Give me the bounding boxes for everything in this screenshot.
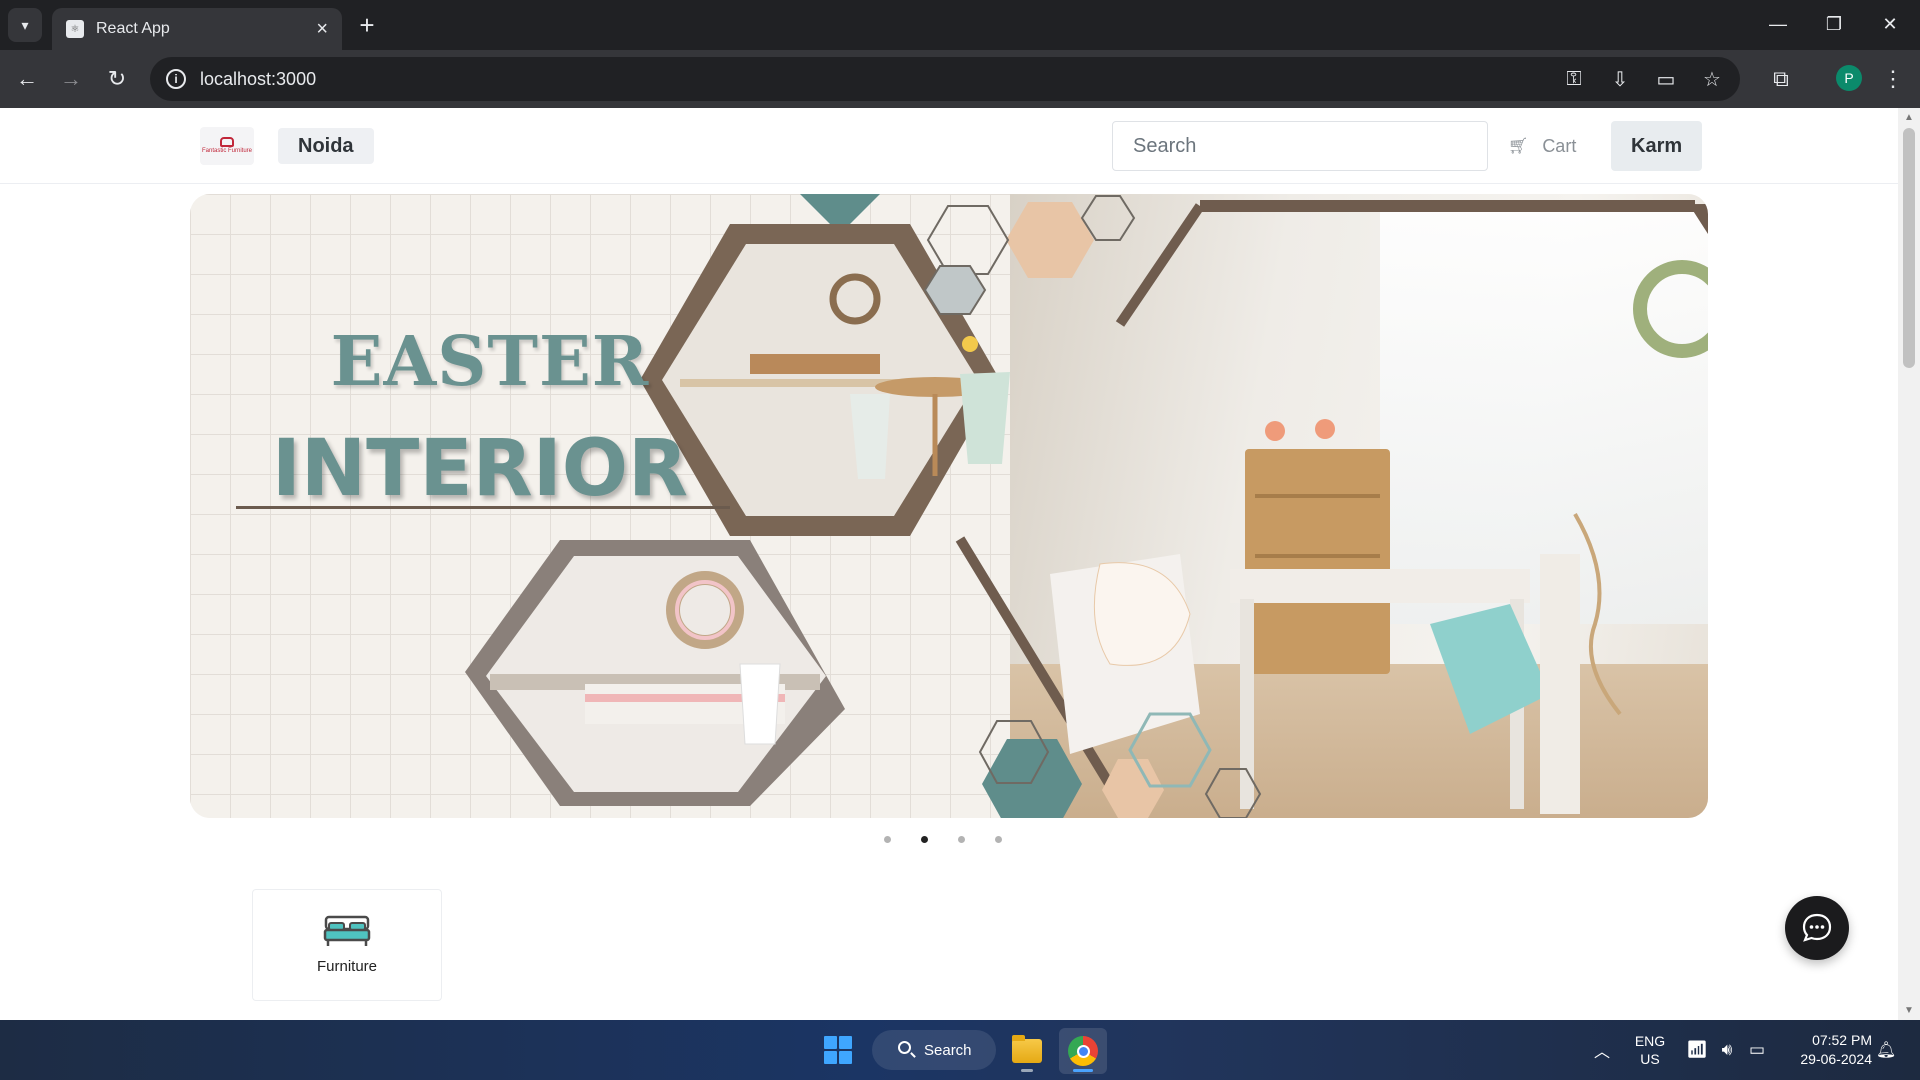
clock-date: 29-06-2024 [1800,1051,1872,1067]
carousel-dots [884,836,1002,843]
extensions-icon[interactable]: ⧉ [1766,64,1796,94]
chrome-icon [1068,1036,1098,1066]
active-indicator [1073,1069,1093,1072]
bookmark-star-icon[interactable]: ☆ [1700,67,1724,92]
install-app-icon[interactable]: ⇩ [1608,67,1632,92]
folder-icon [1012,1035,1042,1063]
cart-label: Cart [1542,135,1577,156]
tab-title: React App [96,20,170,37]
carousel-dot-4[interactable] [995,836,1002,843]
back-button[interactable]: ← [12,64,42,94]
site-header: Fantastic Furniture Noida 🛒︎ Cart Karm [0,108,1898,184]
chevron-down-icon: ▾ [21,16,29,33]
site-info-icon[interactable]: i [166,69,186,89]
battery-icon[interactable]: ▭ [1744,1020,1770,1080]
search-icon [898,1041,911,1054]
taskbar-search[interactable]: Search [872,1030,996,1070]
category-card-furniture[interactable]: Furniture [252,889,442,1001]
logo-text: Fantastic Furniture [201,148,253,154]
sofa-logo-icon [220,137,234,147]
tab-search-button[interactable]: ▾ [8,8,42,42]
minimize-button[interactable]: — [1758,8,1798,40]
show-hidden-icons-chevron-icon[interactable]: ︿ [1588,1020,1616,1080]
carousel-dot-3[interactable] [958,836,965,843]
menu-kebab-icon[interactable]: ⋮ [1878,64,1908,94]
clock-time: 07:52 PM [1812,1032,1872,1048]
windows-start-icon[interactable] [824,1036,852,1064]
notification-bell-icon[interactable]: 🔔︎ [1874,1020,1898,1080]
url-text: localhost:3000 [200,68,317,89]
browser-tab[interactable]: ⚛ React App × [52,8,342,50]
close-tab-icon[interactable]: × [316,19,328,39]
search-input[interactable] [1112,121,1488,171]
wifi-icon[interactable]: 📶︎ [1684,1020,1710,1080]
scroll-up-icon[interactable]: ▲ [1904,112,1914,123]
browser-tab-strip: ▾ ⚛ React App × + — ❐ ✕ [0,0,1920,50]
page-scrollbar[interactable]: ▲ ▼ [1898,108,1920,1020]
file-explorer-app[interactable] [1003,1028,1051,1074]
forward-button[interactable]: → [56,64,86,94]
lang-line1: ENG [1634,1033,1666,1049]
user-account-button[interactable]: Karm [1611,121,1703,171]
browser-toolbar: ← → ↻ i localhost:3000 ⚿ ⇩ ▭ ☆ ⧉ P ⋮ [0,50,1920,108]
chrome-app[interactable] [1059,1028,1107,1074]
cart-link[interactable]: 🛒︎ Cart [1508,128,1576,164]
scroll-down-icon[interactable]: ▼ [1904,1005,1914,1016]
restore-button[interactable]: ❐ [1814,8,1854,40]
windows-taskbar: Search ︿ ENG US 📶︎ 🔊︎ ▭ 07:52 PM 29-06-2… [0,1020,1920,1080]
password-key-icon[interactable]: ⚿ [1562,68,1586,91]
taskbar-search-label: Search [924,1041,972,1059]
close-window-button[interactable]: ✕ [1870,8,1910,40]
react-favicon-icon: ⚛ [66,20,84,38]
language-indicator[interactable]: ENG US [1628,1032,1672,1068]
carousel-dot-2[interactable] [921,836,928,843]
location-button[interactable]: Noida [278,128,374,164]
banner-title-line1: EASTER [330,322,650,402]
chat-bubble-icon [1802,913,1832,942]
category-label: Furniture [316,958,378,975]
carousel-dot-1[interactable] [884,836,891,843]
new-tab-button[interactable]: + [352,10,382,40]
cart-icon: 🛒︎ [1508,138,1529,155]
reload-button[interactable]: ↻ [102,64,132,94]
banner-title-line2: INTERIOR [271,424,689,514]
volume-icon[interactable]: 🔊︎ [1714,1020,1740,1080]
lang-line2: US [1640,1051,1660,1067]
site-logo[interactable]: Fantastic Furniture [200,127,254,165]
scrollbar-thumb[interactable] [1903,128,1915,368]
card-icon[interactable]: ▭ [1654,67,1678,92]
running-indicator [1021,1069,1033,1072]
bed-icon [323,915,371,946]
address-bar[interactable]: i localhost:3000 ⚿ ⇩ ▭ ☆ [150,57,1740,101]
system-clock[interactable]: 07:52 PM 29-06-2024 [1776,1031,1872,1069]
chat-button[interactable] [1785,896,1849,960]
profile-avatar[interactable]: P [1836,65,1862,91]
hero-banner-slide[interactable]: EASTER INTERIOR [190,194,1708,818]
page-viewport: Fantastic Furniture Noida 🛒︎ Cart Karm [0,108,1920,1020]
banner-title-underline [236,506,730,509]
